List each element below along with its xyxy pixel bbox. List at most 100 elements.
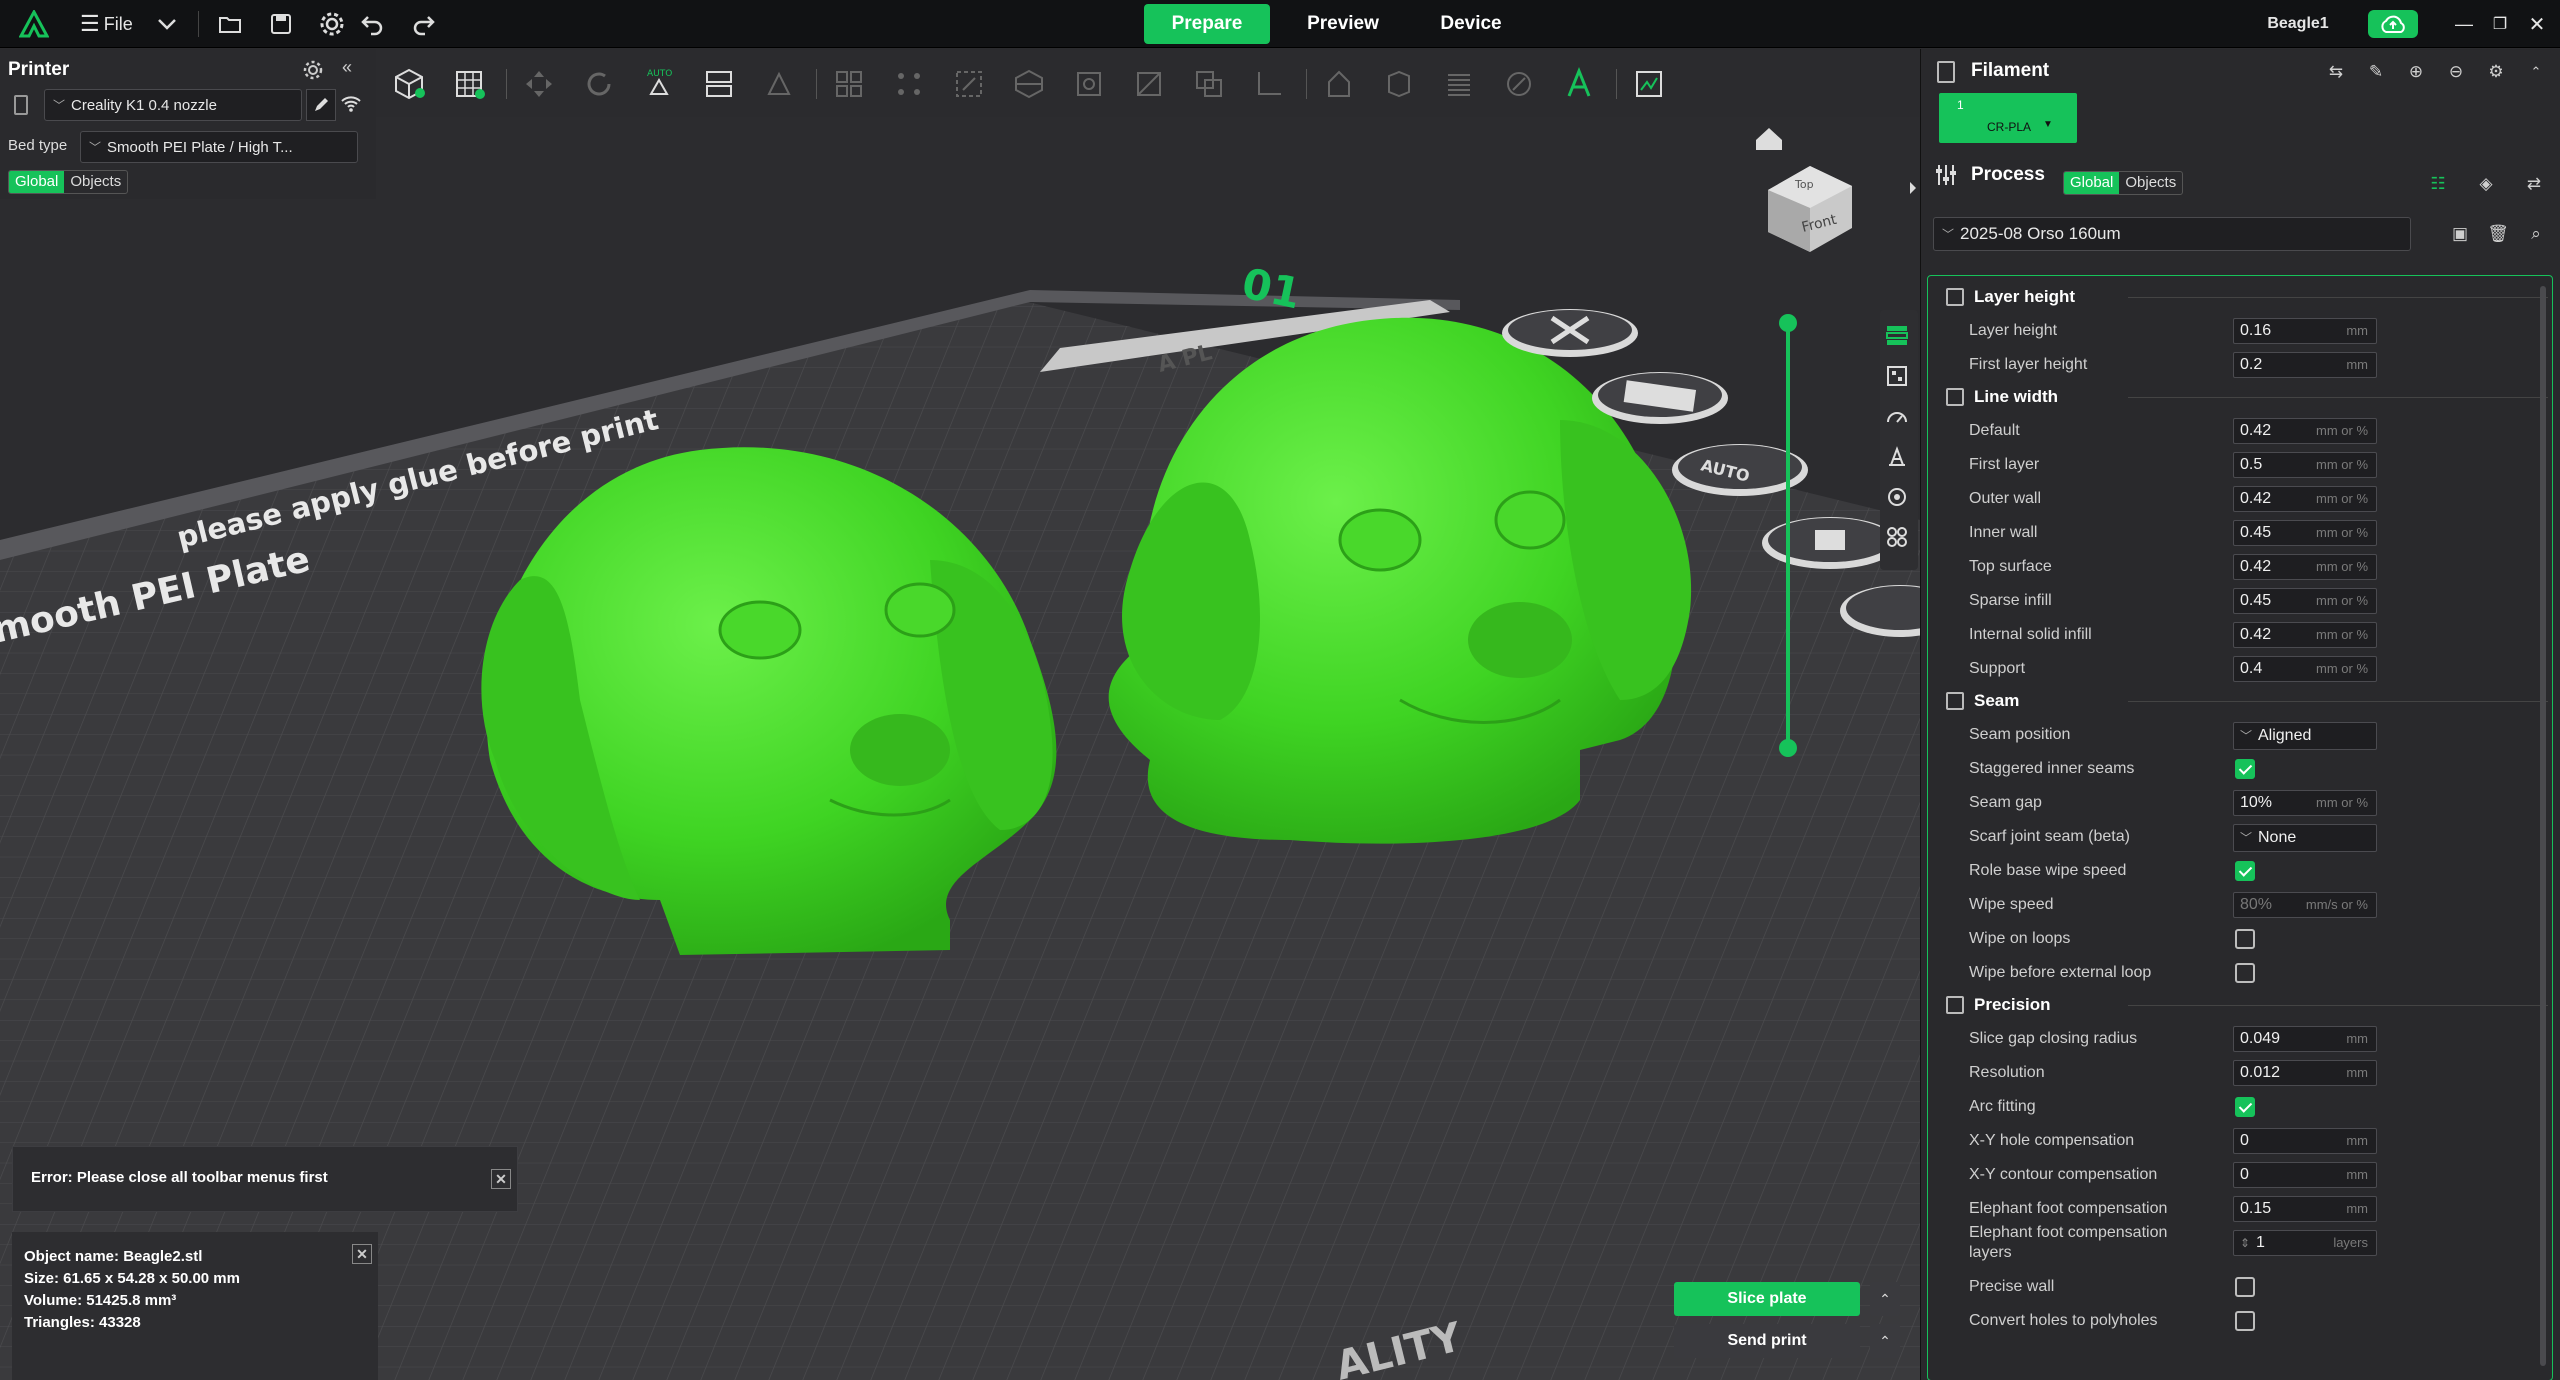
cloud-upload-icon[interactable] [2368, 10, 2418, 38]
setting-checkbox[interactable] [2235, 861, 2255, 881]
settings-scrollbar[interactable] [2540, 286, 2546, 1366]
undo-icon[interactable] [356, 0, 388, 48]
setting-checkbox[interactable] [2235, 1311, 2255, 1331]
advanced-toggle-icon[interactable]: ☷ [2427, 173, 2449, 195]
setting-select[interactable]: ﹀ Aligned [2233, 722, 2377, 750]
setting-value-input[interactable]: 0.42 mm or % [2233, 418, 2377, 444]
split-parts-icon[interactable] [886, 61, 932, 107]
variable-layer-icon[interactable] [1436, 61, 1482, 107]
add-object-icon[interactable] [386, 61, 432, 107]
svg-import-icon[interactable] [1626, 61, 1672, 107]
setting-value-input[interactable]: 0.012 mm [2233, 1060, 2377, 1086]
setting-value-input[interactable]: 0.049 mm [2233, 1026, 2377, 1052]
setting-value-input[interactable]: 0.45 mm or % [2233, 520, 2377, 546]
send-print-button[interactable]: Send print [1674, 1324, 1860, 1358]
setting-value-input[interactable]: 80% mm/s or % [2233, 892, 2377, 918]
save-preset-icon[interactable]: ▣ [2449, 223, 2471, 245]
lay-flat-icon[interactable] [756, 61, 802, 107]
wifi-icon[interactable] [340, 93, 364, 117]
bed-type-select[interactable]: ﹀ Smooth PEI Plate / High T... [80, 131, 358, 163]
rotate-icon[interactable] [576, 61, 622, 107]
edit-pencil-icon[interactable] [306, 89, 336, 121]
cut-icon[interactable] [1006, 61, 1052, 107]
setting-spin-input[interactable]: ⇕ 1 layers [2233, 1230, 2377, 1256]
close-icon[interactable]: ✕ [491, 1169, 511, 1189]
setting-checkbox[interactable] [2235, 1277, 2255, 1297]
support-icon[interactable] [1880, 440, 1914, 474]
open-folder-icon[interactable] [214, 0, 246, 48]
tab-preview[interactable]: Preview [1280, 4, 1406, 44]
setting-checkbox[interactable] [2235, 1097, 2255, 1117]
scale-icon[interactable] [946, 61, 992, 107]
boolean-icon[interactable] [1186, 61, 1232, 107]
minimize-icon[interactable]: — [2452, 0, 2476, 48]
slice-options-caret-icon[interactable]: ⌃ [1870, 1282, 1900, 1316]
remove-filament-icon[interactable]: ⊖ [2445, 61, 2467, 83]
slider-bottom-handle[interactable] [1779, 739, 1797, 757]
measure-icon[interactable] [1246, 61, 1292, 107]
file-menu[interactable]: ☰ File [80, 0, 140, 48]
tab-prepare[interactable]: Prepare [1144, 4, 1270, 44]
setting-value-input[interactable]: 0 mm [2233, 1128, 2377, 1154]
arrange-icon[interactable] [696, 61, 742, 107]
setting-value-input[interactable]: 0.42 mm or % [2233, 554, 2377, 580]
setting-value-input[interactable]: 0 mm [2233, 1162, 2377, 1188]
auto-orient-icon[interactable]: AUTO [636, 61, 682, 107]
move-icon[interactable] [516, 61, 562, 107]
setting-value-input[interactable]: 0.42 mm or % [2233, 486, 2377, 512]
setting-value-input[interactable]: 0.4 mm or % [2233, 656, 2377, 682]
delete-preset-icon[interactable]: 🗑 [2487, 223, 2509, 245]
mesh-boolean-icon[interactable] [1376, 61, 1422, 107]
split-objects-icon[interactable] [826, 61, 872, 107]
filament-settings-gear-icon[interactable]: ⚙ [2485, 61, 2507, 83]
collapse-up-icon[interactable]: ⌃ [2525, 61, 2547, 83]
hollow-icon[interactable] [1066, 61, 1112, 107]
support-paint-icon[interactable] [1126, 61, 1172, 107]
setting-value-input[interactable]: 10% mm or % [2233, 790, 2377, 816]
scope-objects-tab[interactable]: Objects [2119, 172, 2182, 194]
slider-top-handle[interactable] [1779, 314, 1797, 332]
setting-value-input[interactable]: 0.5 mm or % [2233, 452, 2377, 478]
scope-global-tab[interactable]: Global [9, 171, 65, 193]
setting-checkbox[interactable] [2235, 759, 2255, 779]
plate-close-button[interactable] [1502, 309, 1638, 357]
setting-value-input[interactable]: 0.2 mm [2233, 352, 2377, 378]
scope-objects-tab[interactable]: Objects [64, 171, 127, 193]
spin-arrows-icon[interactable]: ⇕ [2240, 1231, 2250, 1255]
brush-icon[interactable]: ✎ [2365, 61, 2387, 83]
settings-gear-icon[interactable] [316, 0, 348, 48]
app-logo-icon[interactable] [14, 0, 54, 48]
setting-value-input[interactable]: 0.15 mm [2233, 1196, 2377, 1222]
process-preset-select[interactable]: ﹀ 2025-08 Orso 160um [1933, 217, 2411, 251]
save-icon[interactable] [266, 0, 296, 48]
multi-part-icon[interactable] [1880, 520, 1914, 554]
collapse-left-icon[interactable]: « [342, 57, 362, 78]
close-icon[interactable]: ✕ [2522, 0, 2552, 48]
infill-pattern-icon[interactable] [1880, 359, 1914, 393]
compare-icon[interactable]: ◈ [2475, 173, 2497, 195]
text-emboss-icon[interactable] [1556, 61, 1602, 107]
setting-value-input[interactable]: 0.45 mm or % [2233, 588, 2377, 614]
seam-paint-icon[interactable] [1316, 61, 1362, 107]
add-plate-icon[interactable] [446, 61, 492, 107]
plate-lock-button[interactable] [1762, 517, 1898, 569]
setting-checkbox[interactable] [2235, 929, 2255, 949]
setting-value-input[interactable]: 0.16 mm [2233, 318, 2377, 344]
setting-select[interactable]: ﹀ None [2233, 824, 2377, 852]
search-icon[interactable]: ⌕ [2525, 223, 2547, 245]
swap-icon[interactable]: ⇄ [2523, 173, 2545, 195]
speed-gauge-icon[interactable] [1880, 400, 1914, 434]
setting-value-input[interactable]: 0.42 mm or % [2233, 622, 2377, 648]
target-icon[interactable] [1880, 480, 1914, 514]
scope-global-tab[interactable]: Global [2064, 172, 2120, 194]
filament-slot-1[interactable]: 1 CR-PLA ▼ [1939, 93, 2077, 143]
layer-list-icon[interactable] [1880, 318, 1914, 352]
setting-checkbox[interactable] [2235, 963, 2255, 983]
tab-device[interactable]: Device [1408, 4, 1534, 44]
color-paint-icon[interactable] [1496, 61, 1542, 107]
send-options-caret-icon[interactable]: ⌃ [1870, 1324, 1900, 1358]
slice-plate-button[interactable]: Slice plate [1674, 1282, 1860, 1316]
add-filament-icon[interactable]: ⊕ [2405, 61, 2427, 83]
redo-icon[interactable] [408, 0, 440, 48]
plate-arrange-button[interactable] [1592, 372, 1728, 424]
